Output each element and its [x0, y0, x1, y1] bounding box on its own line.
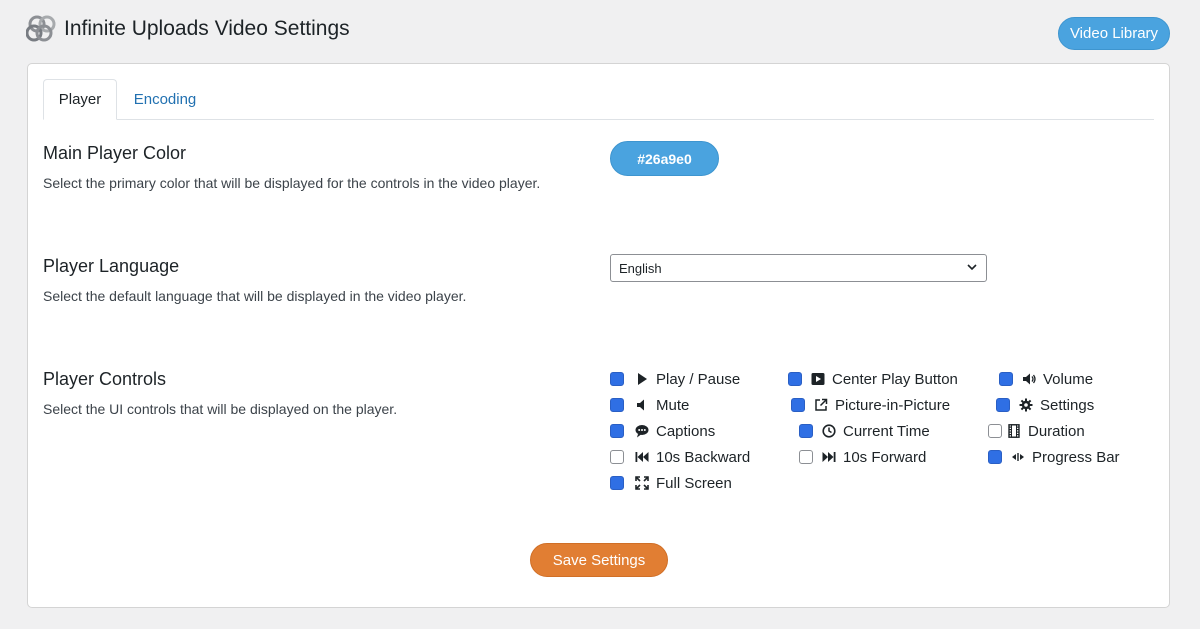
- control-label: Volume: [1043, 370, 1094, 388]
- control-label: 10s Forward: [843, 448, 927, 466]
- control-label: Picture-in-Picture: [835, 396, 951, 414]
- forward-icon: [821, 449, 837, 465]
- control-label: Play / Pause: [656, 370, 741, 388]
- checkbox[interactable]: [610, 372, 624, 386]
- main-color-title: Main Player Color: [43, 143, 187, 163]
- film-icon: [1006, 423, 1022, 439]
- control-label: Current Time: [843, 422, 930, 440]
- controls-title: Player Controls: [43, 369, 167, 389]
- control-center-play[interactable]: Center Play Button: [788, 369, 958, 389]
- control-progress-bar[interactable]: Progress Bar: [988, 447, 1120, 467]
- save-settings-button[interactable]: Save Settings: [530, 543, 668, 577]
- center-play-icon: [810, 371, 826, 387]
- clock-icon: [821, 423, 837, 439]
- checkbox[interactable]: [610, 424, 624, 438]
- control-10s-backward[interactable]: 10s Backward: [610, 447, 750, 467]
- language-description: Select the default language that will be…: [43, 288, 467, 304]
- checkbox[interactable]: [999, 372, 1013, 386]
- checkbox[interactable]: [788, 372, 802, 386]
- checkbox[interactable]: [610, 398, 624, 412]
- main-color-description: Select the primary color that will be di…: [43, 175, 541, 191]
- checkbox[interactable]: [799, 424, 813, 438]
- control-label: Center Play Button: [832, 370, 958, 388]
- control-full-screen[interactable]: Full Screen: [610, 473, 732, 493]
- control-captions[interactable]: Captions: [610, 421, 715, 441]
- control-current-time[interactable]: Current Time: [799, 421, 930, 441]
- gear-icon: [1018, 397, 1034, 413]
- control-label: Captions: [656, 422, 716, 440]
- checkbox[interactable]: [799, 450, 813, 464]
- checkbox[interactable]: [988, 424, 1002, 438]
- tab-encoding[interactable]: Encoding: [121, 79, 209, 119]
- control-play-pause[interactable]: Play / Pause: [610, 369, 740, 389]
- control-pip[interactable]: Picture-in-Picture: [791, 395, 950, 415]
- control-settings[interactable]: Settings: [996, 395, 1094, 415]
- chevron-down-icon: [967, 264, 977, 271]
- control-label: 10s Backward: [656, 448, 751, 466]
- checkbox[interactable]: [988, 450, 1002, 464]
- tab-bar: Player Encoding: [43, 79, 1154, 120]
- language-selected-value: English: [619, 260, 662, 276]
- play-icon: [634, 371, 650, 387]
- page-title: Infinite Uploads Video Settings: [64, 17, 350, 40]
- backward-icon: [634, 449, 650, 465]
- control-label: Settings: [1040, 396, 1095, 414]
- control-label: Mute: [656, 396, 690, 414]
- checkbox[interactable]: [791, 398, 805, 412]
- progress-icon: [1010, 449, 1026, 465]
- control-mute[interactable]: Mute: [610, 395, 689, 415]
- control-10s-forward[interactable]: 10s Forward: [799, 447, 926, 467]
- checkbox[interactable]: [610, 450, 624, 464]
- control-label: Full Screen: [656, 474, 732, 492]
- control-volume[interactable]: Volume: [999, 369, 1093, 389]
- language-title: Player Language: [43, 256, 180, 276]
- checkbox[interactable]: [610, 476, 624, 490]
- control-duration[interactable]: Duration: [988, 421, 1085, 441]
- language-select[interactable]: English: [610, 254, 987, 282]
- fullscreen-icon: [634, 475, 650, 491]
- control-label: Progress Bar: [1032, 448, 1120, 466]
- mute-icon: [634, 397, 650, 413]
- checkbox[interactable]: [996, 398, 1010, 412]
- control-label: Duration: [1028, 422, 1085, 440]
- color-picker-button[interactable]: #26a9e0: [610, 141, 719, 176]
- tab-player[interactable]: Player: [43, 79, 117, 120]
- captions-icon: [634, 423, 650, 439]
- infinite-uploads-logo-icon: [26, 15, 56, 42]
- controls-description: Select the UI controls that will be disp…: [43, 401, 398, 417]
- pip-icon: [813, 397, 829, 413]
- volume-icon: [1021, 371, 1037, 387]
- settings-card: Player Encoding Main Player Color Select…: [27, 63, 1170, 608]
- page-header: Infinite Uploads Video Settings: [26, 14, 350, 44]
- video-library-button[interactable]: Video Library: [1058, 17, 1170, 50]
